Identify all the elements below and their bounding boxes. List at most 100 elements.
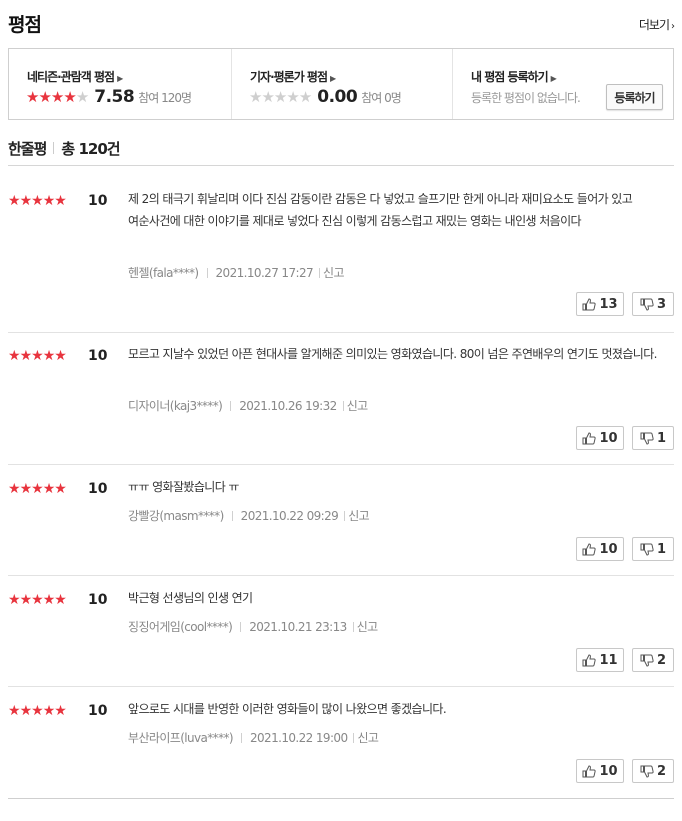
divider — [319, 268, 321, 278]
dislike-button[interactable]: 2 — [632, 759, 674, 783]
like-button[interactable]: 10 — [576, 759, 624, 783]
reviews-total: 총 120건 — [61, 140, 120, 158]
star-empty-icon: ★ — [249, 87, 262, 106]
netizen-rating-link[interactable]: 네티즌·관람객 평점 ▶ — [27, 68, 123, 85]
review-author: 헨젤(fala****) — [128, 266, 199, 280]
critic-rating-label: 기자·평론가 평점 — [250, 70, 328, 84]
divider — [344, 511, 346, 521]
review-text: 앞으로도 시대를 반영한 이러한 영화들이 많이 나왔으면 좋겠습니다. — [128, 702, 447, 716]
star-empty-icon: ★ — [286, 87, 299, 106]
report-link[interactable]: 신고 — [348, 509, 369, 523]
star-filled-icon: ★ — [31, 348, 44, 364]
report-link[interactable]: 신고 — [357, 620, 378, 634]
rating-header: 평점 더보기 › — [8, 10, 675, 40]
star-filled-icon: ★ — [19, 592, 33, 608]
dislike-count: 2 — [656, 652, 667, 668]
review-score: 10 — [88, 703, 108, 719]
star-filled-icon: ★ — [19, 481, 33, 497]
netizen-rating-label: 네티즌·관람객 평점 — [27, 70, 115, 84]
reviews-total-count: 120 — [78, 140, 107, 158]
review-item: ★★★★★ 10 모르고 지날수 있었던 아픈 현대사를 알게해준 의미있는 영… — [8, 347, 674, 465]
divider — [353, 733, 355, 743]
reviews-total-prefix: 총 — [61, 140, 75, 158]
review-star-rating: ★★★★★ — [8, 193, 67, 209]
like-button[interactable]: 11 — [576, 648, 624, 672]
review-text: ㅠㅠ 영화잘봤습니다 ㅠ — [128, 480, 239, 494]
report-link[interactable]: 신고 — [323, 266, 344, 280]
report-link[interactable]: 신고 — [357, 731, 378, 745]
dislike-count: 1 — [656, 430, 667, 446]
critic-rating-link[interactable]: 기자·평론가 평점 ▶ — [250, 68, 336, 85]
star-filled-icon: ★ — [54, 348, 67, 364]
review-item: ★★★★★ 10 제 2의 태극기 휘날리며 이다 진심 감동이란 감동은 다 … — [8, 192, 674, 333]
thumbs-down-icon — [640, 543, 657, 556]
star-empty-icon: ★ — [298, 87, 312, 106]
star-filled-icon: ★ — [54, 592, 67, 608]
critic-rating-box: 기자·평론가 평점 ▶ ★ ★ ★ ★ ★ 0.00 참여 0명 — [231, 49, 452, 119]
netizen-rating-box: 네티즌·관람객 평점 ▶ ★ ★ ★ ★ ★ 7.58 참여 120명 — [9, 49, 231, 119]
report-link[interactable]: 신고 — [347, 399, 368, 413]
star-filled-icon: ★ — [42, 592, 56, 608]
register-rating-button[interactable]: 등록하기 — [606, 84, 663, 110]
thumbs-up-icon — [582, 764, 599, 778]
my-rating-link[interactable]: 내 평점 등록하기 ▶ — [471, 68, 557, 85]
like-button[interactable]: 13 — [576, 292, 624, 316]
star-filled-icon: ★ — [42, 481, 56, 497]
my-rating-box: 내 평점 등록하기 ▶ 등록한 평점이 없습니다. 등록하기 — [452, 49, 673, 119]
divider — [53, 142, 55, 154]
star-filled-icon: ★ — [54, 193, 67, 209]
review-author: 부산라이프(luva****) — [128, 731, 234, 745]
like-count: 10 — [599, 541, 618, 557]
review-date: 2021.10.21 23:13 — [249, 620, 347, 634]
dislike-count: 3 — [656, 296, 667, 312]
star-empty-icon: ★ — [261, 87, 274, 106]
review-date: 2021.10.27 17:27 — [215, 266, 314, 280]
review-author: 강빨강(masm****) — [128, 509, 224, 523]
caret-right-icon: ▶ — [330, 74, 336, 83]
review-score: 10 — [88, 348, 108, 364]
thumbs-up-icon — [582, 297, 599, 311]
like-button[interactable]: 10 — [576, 426, 624, 450]
dislike-button[interactable]: 1 — [632, 426, 674, 450]
star-filled-icon: ★ — [26, 87, 39, 106]
review-meta: 강빨강(masm****) 2021.10.22 09:29 신고 — [128, 507, 370, 524]
star-filled-icon: ★ — [31, 481, 44, 497]
review-item: ★★★★★ 10 ㅠㅠ 영화잘봤습니다 ㅠ 강빨강(masm****) 2021.… — [8, 480, 674, 576]
dislike-button[interactable]: 1 — [632, 537, 674, 561]
like-count: 13 — [599, 296, 618, 312]
review-author: 징징어게임(cool****) — [128, 620, 233, 634]
my-rating-label: 내 평점 등록하기 — [471, 70, 549, 84]
more-link[interactable]: 더보기 › — [638, 16, 675, 33]
review-text: 제 2의 태극기 휘날리며 이다 진심 감동이란 감동은 다 넣었고 슬프기만 … — [128, 192, 633, 228]
section-title: 평점 — [8, 14, 42, 36]
dislike-button[interactable]: 3 — [632, 292, 674, 316]
review-date: 2021.10.26 19:32 — [239, 399, 337, 413]
divider — [231, 511, 233, 521]
critic-score: 0.00 — [317, 87, 358, 107]
star-filled-icon: ★ — [19, 193, 33, 209]
more-label: 더보기 — [638, 18, 670, 32]
review-star-rating: ★★★★★ — [8, 481, 67, 497]
divider — [352, 622, 354, 632]
star-filled-icon: ★ — [42, 348, 56, 364]
review-author: 디자이너(kaj3****) — [128, 399, 223, 413]
divider — [240, 622, 242, 632]
like-button[interactable]: 10 — [576, 537, 624, 561]
netizen-star-rating: ★ ★ ★ ★ ★ — [26, 87, 89, 106]
review-meta: 징징어게임(cool****) 2021.10.21 23:13 신고 — [128, 618, 378, 635]
dislike-count: 2 — [656, 763, 667, 779]
dislike-button[interactable]: 2 — [632, 648, 674, 672]
star-filled-icon: ★ — [31, 193, 44, 209]
review-text: 박근형 선생님의 인생 연기 — [128, 591, 253, 605]
thumbs-up-icon — [582, 542, 599, 556]
divider — [342, 401, 344, 411]
star-filled-icon: ★ — [38, 87, 51, 106]
caret-right-icon: ▶ — [117, 74, 123, 83]
reviews-title: 한줄평 — [8, 140, 47, 158]
like-count: 11 — [599, 652, 618, 668]
review-score: 10 — [88, 193, 108, 209]
divider — [206, 268, 208, 278]
star-filled-icon: ★ — [50, 87, 64, 106]
star-filled-icon: ★ — [54, 703, 67, 719]
caret-right-icon: ▶ — [550, 74, 557, 83]
